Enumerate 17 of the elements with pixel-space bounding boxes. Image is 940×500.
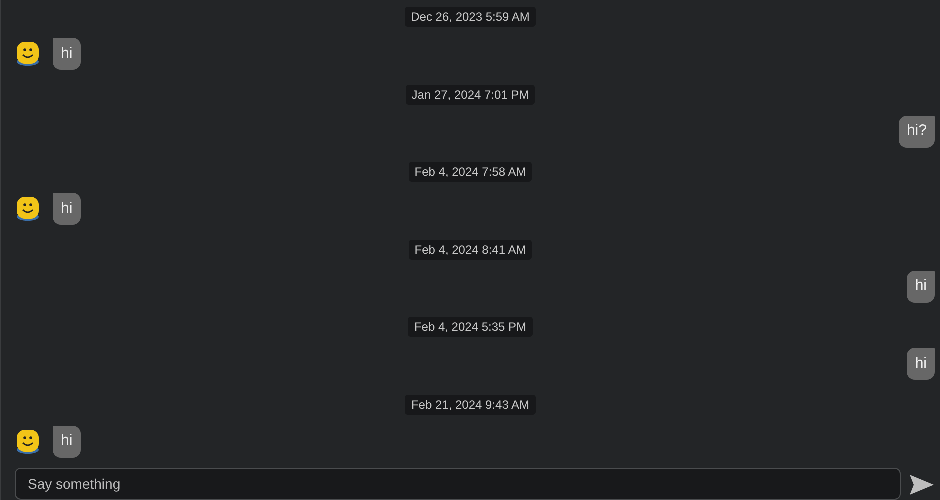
avatar-icon xyxy=(15,195,41,223)
timestamp: Feb 4, 2024 8:41 AM xyxy=(408,240,532,260)
timestamp: Feb 4, 2024 5:35 PM xyxy=(408,317,533,337)
message-bubble: hi xyxy=(53,38,81,70)
message-input[interactable]: Say something xyxy=(15,468,901,500)
avatar-icon xyxy=(15,428,41,456)
timestamp: Feb 21, 2024 9:43 AM xyxy=(405,394,536,414)
message-bubble: hi xyxy=(907,270,935,302)
message-bubble: hi? xyxy=(898,116,935,148)
send-icon[interactable] xyxy=(909,474,935,496)
avatar-icon xyxy=(15,40,41,68)
timestamp: Feb 4, 2024 7:58 AM xyxy=(408,162,532,182)
timestamp: Dec 26, 2023 5:59 AM xyxy=(405,7,536,27)
timestamp: Jan 27, 2024 7:01 PM xyxy=(406,84,536,104)
message-bubble: hi xyxy=(907,348,935,380)
message-bubble: hi xyxy=(53,426,81,458)
message-bubble: hi xyxy=(53,193,81,225)
